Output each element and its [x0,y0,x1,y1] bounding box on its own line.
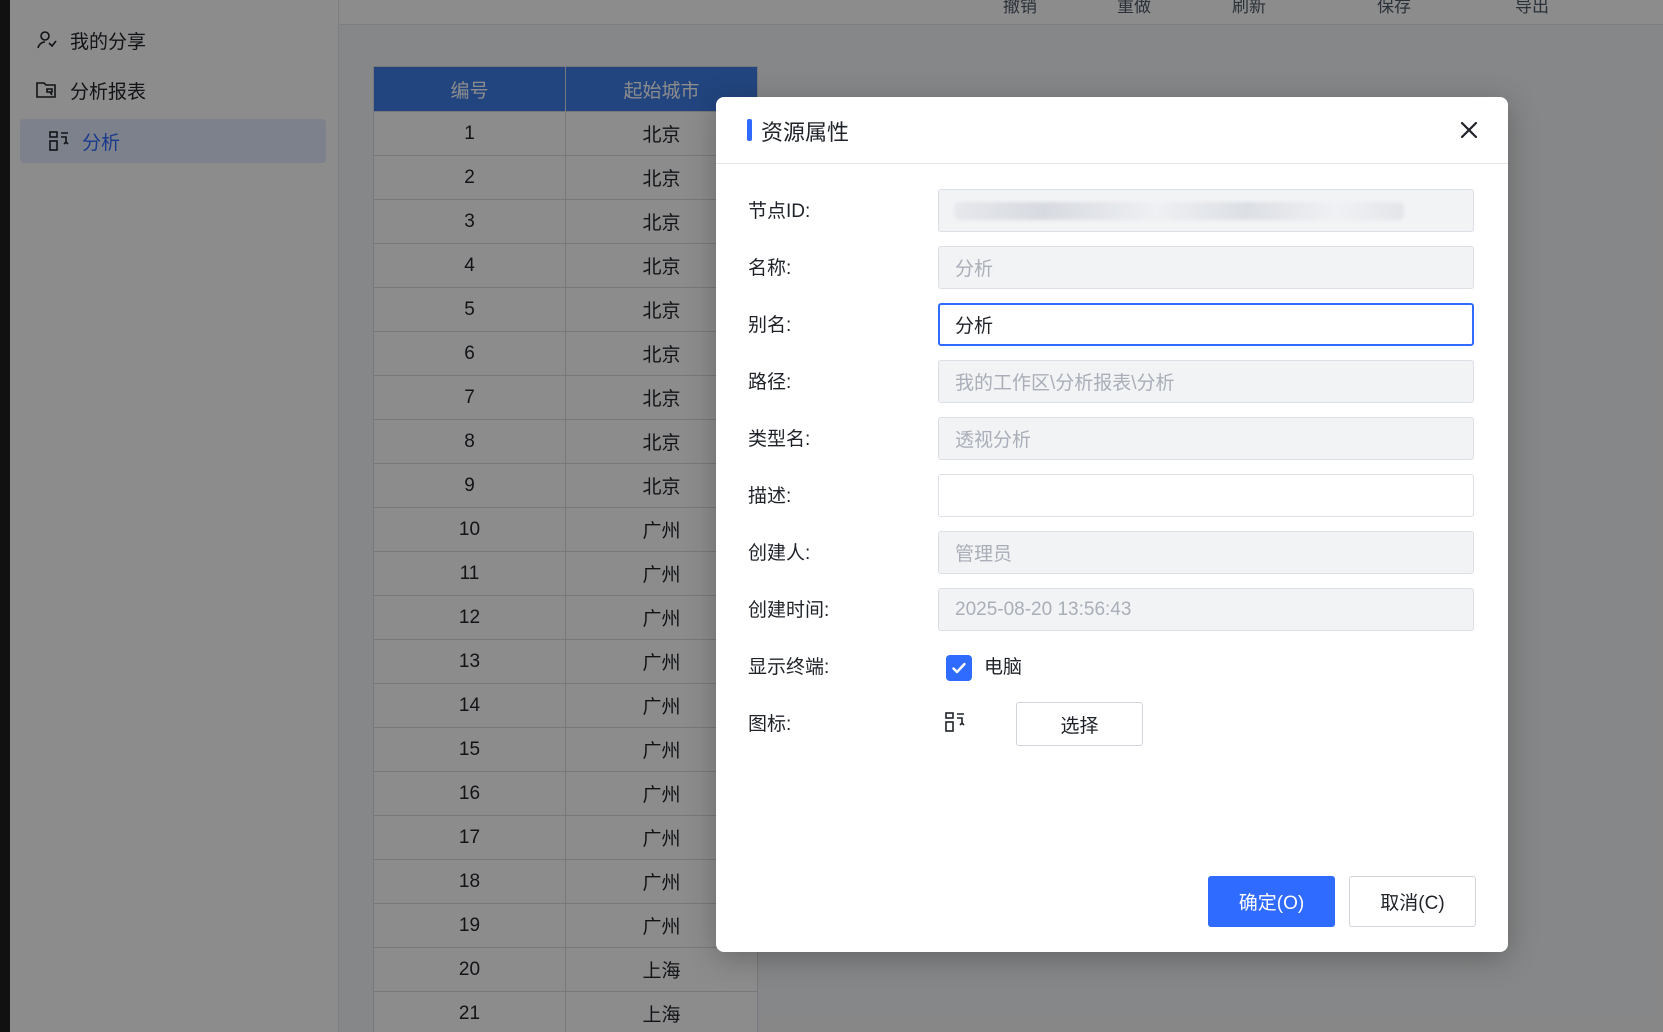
app-window: 我的分享 分析报表 分析 撤销 重做 刷新 保存 导出 编号 起始城市 1 北京… [0,0,1663,1032]
alias-input[interactable] [938,303,1474,346]
check-icon [952,662,966,674]
field-icon: 图标: 选择 [748,702,1476,747]
field-label: 节点ID: [748,201,811,222]
resource-properties-dialog: 资源属性 节点ID: 名称: 别名: 路径: 类型名: [716,97,1508,952]
close-icon[interactable] [1456,117,1482,143]
field-label: 别名: [748,315,792,336]
pivot-analysis-icon [944,711,970,737]
field-node-id: 节点ID: [748,189,1476,234]
redacted-node-id [954,202,1404,220]
field-label: 显示终端: [748,657,830,678]
dialog-header: 资源属性 [716,97,1508,164]
desktop-checkbox-label[interactable]: 电脑 [984,645,1022,690]
field-created-time: 创建时间: [748,588,1476,633]
dialog-title: 资源属性 [761,120,850,145]
name-input[interactable] [938,246,1474,289]
field-description: 描述: [748,474,1476,519]
field-label: 名称: [748,258,792,279]
type-input[interactable] [938,417,1474,460]
field-label: 图标: [748,714,792,735]
field-label: 创建人: [748,543,811,564]
field-name: 名称: [748,246,1476,291]
desktop-checkbox[interactable] [946,655,972,681]
field-type: 类型名: [748,417,1476,462]
field-alias: 别名: [748,303,1476,348]
cancel-button[interactable]: 取消(C) [1349,876,1476,927]
field-label: 路径: [748,372,792,393]
created-time-input[interactable] [938,588,1474,631]
field-creator: 创建人: [748,531,1476,576]
field-label: 创建时间: [748,600,830,621]
title-accent-bar [747,119,752,141]
field-label: 类型名: [748,429,811,450]
creator-input[interactable] [938,531,1474,574]
field-path: 路径: [748,360,1476,405]
ok-button[interactable]: 确定(O) [1208,876,1335,927]
field-display-terminal: 显示终端: 电脑 [748,645,1476,690]
description-input[interactable] [938,474,1474,517]
path-input[interactable] [938,360,1474,403]
field-label: 描述: [748,486,792,507]
select-icon-button[interactable]: 选择 [1016,702,1143,746]
